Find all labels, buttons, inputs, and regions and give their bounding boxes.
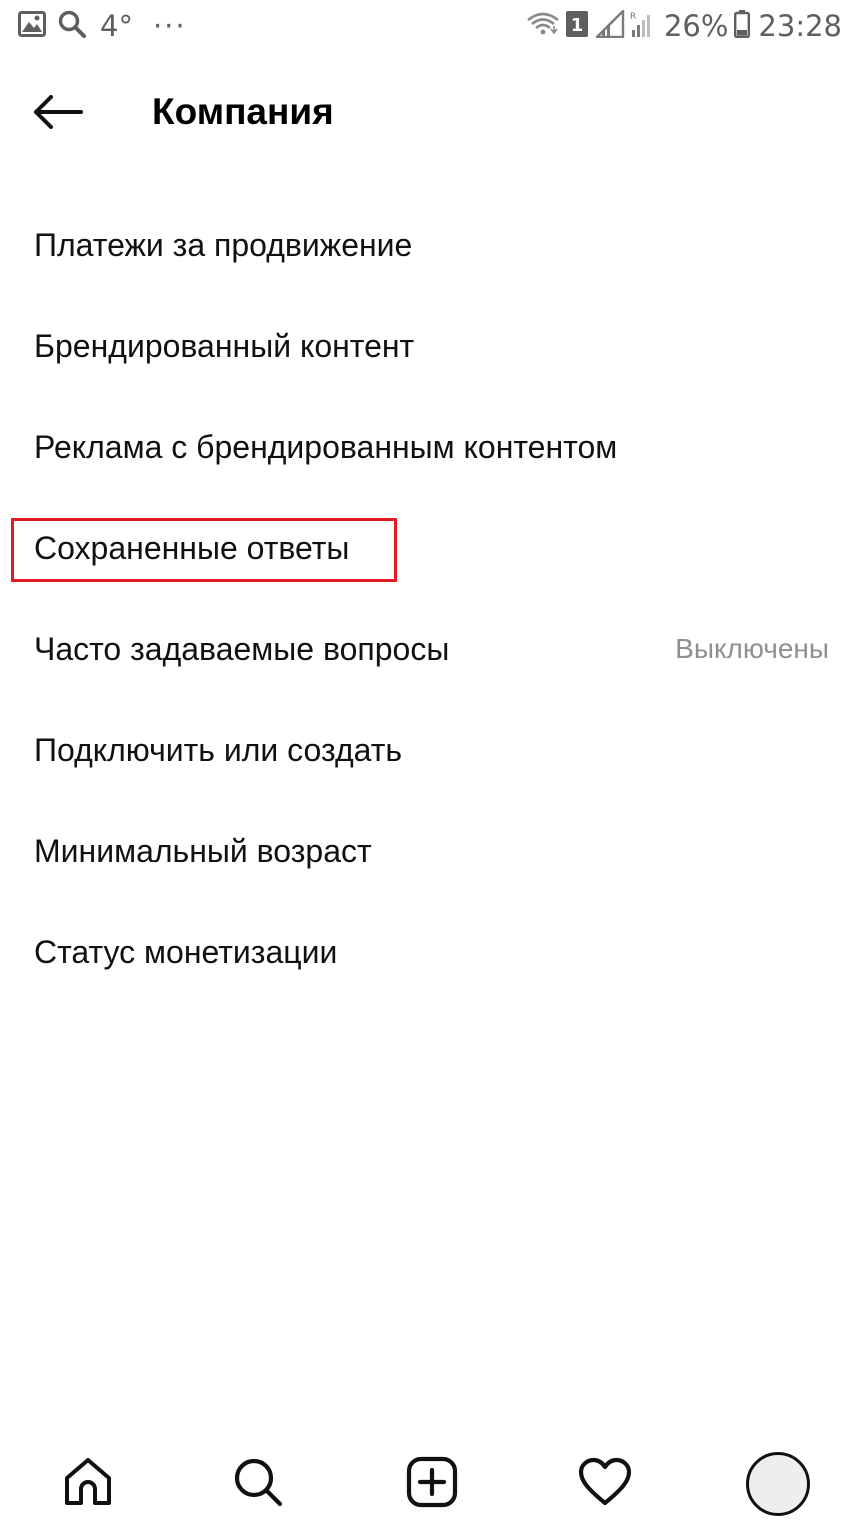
menu-item-label: Подключить или создать bbox=[34, 731, 403, 768]
clock-text: 23:28 bbox=[758, 9, 842, 43]
signal-icon bbox=[594, 7, 626, 43]
menu-item-connect-or-create[interactable]: Подключить или создать bbox=[0, 699, 864, 800]
menu-item-promotion-payments[interactable]: Платежи за продвижение bbox=[0, 194, 864, 295]
nav-profile-button[interactable] bbox=[740, 1446, 816, 1522]
status-bar: 4° ··· 1 R 26% 23:28 bbox=[0, 0, 864, 52]
menu-item-label: Брендированный контент bbox=[34, 327, 415, 364]
signal-roaming-icon: R bbox=[630, 10, 656, 43]
profile-avatar bbox=[746, 1452, 810, 1516]
bottom-navigation-bar bbox=[0, 1436, 864, 1536]
menu-item-label: Часто задаваемые вопросы bbox=[34, 630, 450, 667]
menu-item-monetization-status[interactable]: Статус монетизации bbox=[0, 901, 864, 1002]
menu-item-label: Минимальный возраст bbox=[34, 832, 372, 869]
back-button[interactable] bbox=[26, 86, 90, 142]
faq-status-value: Выключены bbox=[675, 632, 829, 664]
temperature-text: 4° bbox=[100, 9, 133, 43]
menu-item-branded-content-ads[interactable]: Реклама с брендированным контентом bbox=[0, 396, 864, 497]
home-icon bbox=[62, 1456, 114, 1513]
nav-activity-button[interactable] bbox=[567, 1446, 643, 1522]
nav-home-button[interactable] bbox=[50, 1446, 126, 1522]
sim-badge-icon: 1 bbox=[565, 10, 588, 42]
page-title: Компания bbox=[152, 91, 334, 132]
highlight-annotation-box bbox=[11, 518, 397, 582]
menu-item-branded-content[interactable]: Брендированный контент bbox=[0, 295, 864, 396]
activity-heart-icon bbox=[578, 1457, 632, 1512]
menu-item-faq[interactable]: Часто задаваемые вопросы Выключены bbox=[0, 598, 864, 699]
status-bar-right: 1 R 26% 23:28 bbox=[526, 7, 842, 44]
more-notifications-dots: ··· bbox=[152, 9, 187, 43]
menu-item-label: Статус монетизации bbox=[34, 933, 338, 970]
wifi-icon bbox=[526, 10, 560, 43]
nav-search-button[interactable] bbox=[220, 1446, 296, 1522]
menu-item-label: Реклама с брендированным контентом bbox=[34, 428, 618, 465]
gallery-icon bbox=[18, 10, 46, 42]
search-icon bbox=[232, 1456, 284, 1513]
menu-item-minimum-age[interactable]: Минимальный возраст bbox=[0, 800, 864, 901]
status-bar-left: 4° ··· bbox=[18, 8, 187, 44]
add-post-icon bbox=[406, 1456, 458, 1513]
sim-number-text: 1 bbox=[571, 15, 584, 36]
menu-item-label: Платежи за продвижение bbox=[34, 226, 413, 263]
arrow-left-icon bbox=[33, 94, 83, 135]
battery-percent-text: 26% bbox=[663, 9, 729, 43]
search-icon bbox=[58, 10, 86, 43]
svg-text:R: R bbox=[630, 12, 636, 22]
battery-icon bbox=[734, 9, 751, 43]
nav-new-post-button[interactable] bbox=[394, 1446, 470, 1522]
